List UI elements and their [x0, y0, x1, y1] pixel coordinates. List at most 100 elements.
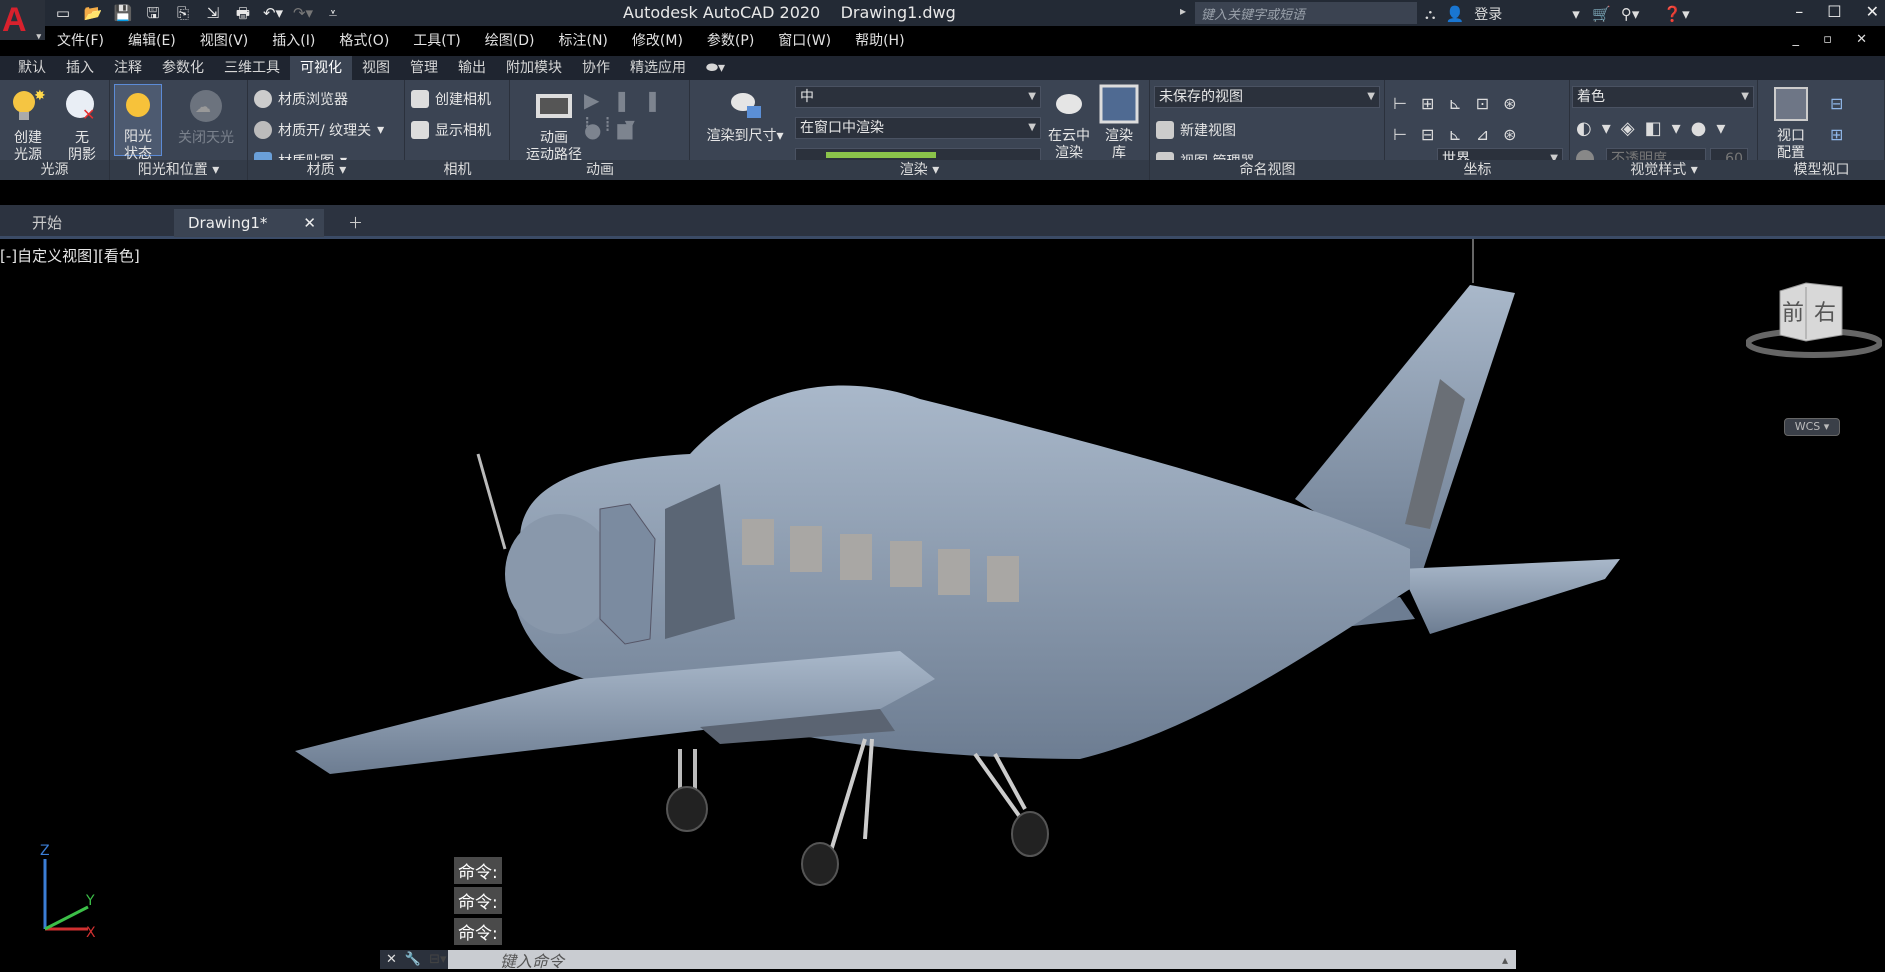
tab-view[interactable]: 视图: [352, 56, 400, 80]
menu-window[interactable]: 窗口(W): [766, 30, 843, 52]
tab-default[interactable]: 默认: [8, 56, 56, 80]
close-command-line-icon[interactable]: ✕: [386, 952, 397, 967]
tab-insert[interactable]: 插入: [56, 56, 104, 80]
visual-style-select[interactable]: 着色 ▼: [1572, 86, 1754, 108]
tab-annotate[interactable]: 注释: [104, 56, 152, 80]
no-shadow-button[interactable]: ✕ 无 阴影: [58, 86, 106, 164]
create-light-button[interactable]: ✸ 创建 光源: [4, 86, 52, 164]
tab-addins[interactable]: 附加模块: [496, 56, 572, 80]
recent-commands-icon[interactable]: ⊟▾: [429, 952, 446, 967]
user-icon[interactable]: 👤: [1446, 5, 1465, 23]
axis-y-label: Y: [85, 893, 95, 909]
maximize-icon[interactable]: ☐: [1827, 2, 1841, 21]
menu-file[interactable]: 文件(F): [45, 30, 116, 52]
checker-sphere-icon: [254, 121, 272, 139]
command-history-line: 命令:: [454, 918, 502, 945]
save-as-icon[interactable]: 🖫: [142, 3, 164, 23]
cart-icon[interactable]: 🛒: [1592, 5, 1611, 23]
binoculars-icon[interactable]: ⛬: [1425, 5, 1436, 23]
web-save-icon[interactable]: ⇲: [202, 3, 224, 23]
cloud-icon: ☁: [190, 90, 222, 122]
panel-label-visual-styles: 视觉样式 ▾: [1570, 160, 1758, 180]
ribbon-toggle-icon[interactable]: ⬬▾: [696, 56, 735, 80]
tab-drawing1[interactable]: Drawing1* ✕: [174, 209, 324, 237]
customize-qat-icon[interactable]: ⩡: [322, 3, 344, 23]
help-icon[interactable]: ❓▾: [1663, 5, 1689, 23]
undo-icon[interactable]: ↶▾: [262, 3, 284, 23]
menu-draw[interactable]: 绘图(D): [473, 30, 547, 52]
new-icon[interactable]: ▭: [52, 3, 74, 23]
title-bar: A ▾ ▭ 📂 💾 🖫 ⎘ ⇲ 🖶 ↶▾ ↷▾ ⩡ Autodesk AutoCA…: [0, 0, 1885, 41]
lightbulb-icon: ✸: [13, 88, 46, 120]
command-history-line: 命令:: [454, 857, 502, 884]
search-input[interactable]: 键入关键字或短语: [1195, 2, 1417, 24]
menu-help[interactable]: 帮助(H): [843, 30, 916, 52]
render-to-size-button[interactable]: 渲染到尺寸▾: [700, 84, 790, 145]
application-menu-button[interactable]: A ▾: [0, 0, 45, 41]
named-view-select[interactable]: 未保存的视图 ▼: [1154, 86, 1380, 108]
record-stop-controls[interactable]: ●■: [584, 118, 648, 142]
command-input[interactable]: 键入命令: [448, 948, 1502, 972]
ribbon: ✸ 创建 光源 ✕ 无 阴影 光源 阳光 状态 ☁ 关闭天光 阳光和位置 ▾ 材…: [0, 80, 1885, 180]
panel-label-animation: 动画: [510, 160, 690, 180]
autodesk-app-icon[interactable]: ⚲▾: [1621, 5, 1640, 23]
tab-parametric[interactable]: 参数化: [152, 56, 214, 80]
tab-output[interactable]: 输出: [448, 56, 496, 80]
login-dropdown-icon[interactable]: ▾: [1512, 3, 1582, 24]
command-expand-icon[interactable]: ▴: [1502, 953, 1516, 967]
render-quality-select[interactable]: 中 ▼: [795, 86, 1041, 108]
drawing-viewport[interactable]: [-]自定义视图][看色] Z Y X 前 右 WCS ▾ 命令: 命令: 命令…: [0, 239, 1885, 972]
document-window-controls[interactable]: _ ▫ ✕: [1793, 32, 1877, 47]
menu-view[interactable]: 视图(V): [188, 30, 261, 52]
panel-label-render: 渲染 ▾: [690, 160, 1149, 180]
save-icon[interactable]: 💾: [112, 3, 134, 23]
close-tab-icon[interactable]: ✕: [303, 209, 316, 237]
login-link[interactable]: 登录: [1474, 4, 1502, 24]
panel-label-coordinates: 坐标: [1385, 160, 1570, 180]
create-camera-button[interactable]: 创建相机: [411, 89, 491, 109]
tab-visualize[interactable]: 可视化: [290, 56, 352, 80]
render-in-cloud-button[interactable]: 在云中 渲染: [1044, 84, 1094, 162]
menu-format[interactable]: 格式(O): [327, 30, 401, 52]
expand-search-icon[interactable]: ▸: [1180, 4, 1186, 18]
new-view-button[interactable]: 新建视图: [1156, 120, 1236, 140]
web-open-icon[interactable]: ⎘: [172, 3, 194, 23]
menu-edit[interactable]: 编辑(E): [116, 30, 188, 52]
viewcube[interactable]: 前 右: [1745, 281, 1883, 361]
render-gallery-button[interactable]: 渲染 库: [1096, 84, 1142, 162]
ribbon-tab-bar: 默认 插入 注释 参数化 三维工具 可视化 视图 管理 输出 附加模块 协作 精…: [0, 56, 1885, 80]
viewcube-front[interactable]: 前: [1782, 295, 1804, 327]
menu-tools[interactable]: 工具(T): [401, 30, 472, 52]
wcs-menu[interactable]: WCS ▾: [1784, 418, 1840, 436]
close-icon[interactable]: ✕: [1866, 2, 1879, 21]
sky-off-button[interactable]: ☁ 关闭天光: [168, 86, 244, 147]
materials-on-off-button[interactable]: 材质开/ 纹理关 ▾: [254, 120, 384, 140]
render-in-select[interactable]: 在窗口中渲染 ▼: [795, 117, 1041, 139]
tab-manage[interactable]: 管理: [400, 56, 448, 80]
minimize-icon[interactable]: –: [1795, 2, 1803, 21]
animation-motion-path-button[interactable]: 动画 运动路径: [516, 86, 592, 164]
sun-status-button[interactable]: 阳光 状态: [114, 84, 162, 162]
command-line-grip[interactable]: ✕ 🔧 ⊟▾: [380, 950, 448, 969]
redo-icon[interactable]: ↷▾: [292, 3, 314, 23]
panel-lights: ✸ 创建 光源 ✕ 无 阴影 光源: [0, 80, 110, 180]
panel-render: 渲染到尺寸▾ 中 ▼ 在窗口中渲染 ▼ 在云中 渲染 渲染 库 渲染 ▾: [690, 80, 1150, 180]
menu-parameters[interactable]: 参数(P): [695, 30, 766, 52]
visual-style-tools[interactable]: ◐▾◈◧▾●▾: [1576, 118, 1735, 139]
customize-icon[interactable]: 🔧: [405, 952, 421, 967]
menu-insert[interactable]: 插入(I): [260, 30, 327, 52]
viewport-icon: [1774, 87, 1808, 121]
tab-start[interactable]: 开始: [18, 209, 168, 237]
menu-modify[interactable]: 修改(M): [620, 30, 695, 52]
tab-featured-apps[interactable]: 精选应用: [620, 56, 696, 80]
materials-browser-button[interactable]: 材质浏览器: [254, 89, 348, 109]
viewport-config-button[interactable]: 视口 配置: [1768, 84, 1814, 162]
tab-collaborate[interactable]: 协作: [572, 56, 620, 80]
new-tab-button[interactable]: ＋: [334, 209, 374, 237]
show-camera-button[interactable]: 显示相机: [411, 120, 491, 140]
plot-icon[interactable]: 🖶: [232, 3, 254, 23]
viewcube-right[interactable]: 右: [1814, 295, 1836, 327]
tab-3d-tools[interactable]: 三维工具: [214, 56, 290, 80]
menu-dimension[interactable]: 标注(N): [547, 30, 620, 52]
open-icon[interactable]: 📂: [82, 3, 104, 23]
